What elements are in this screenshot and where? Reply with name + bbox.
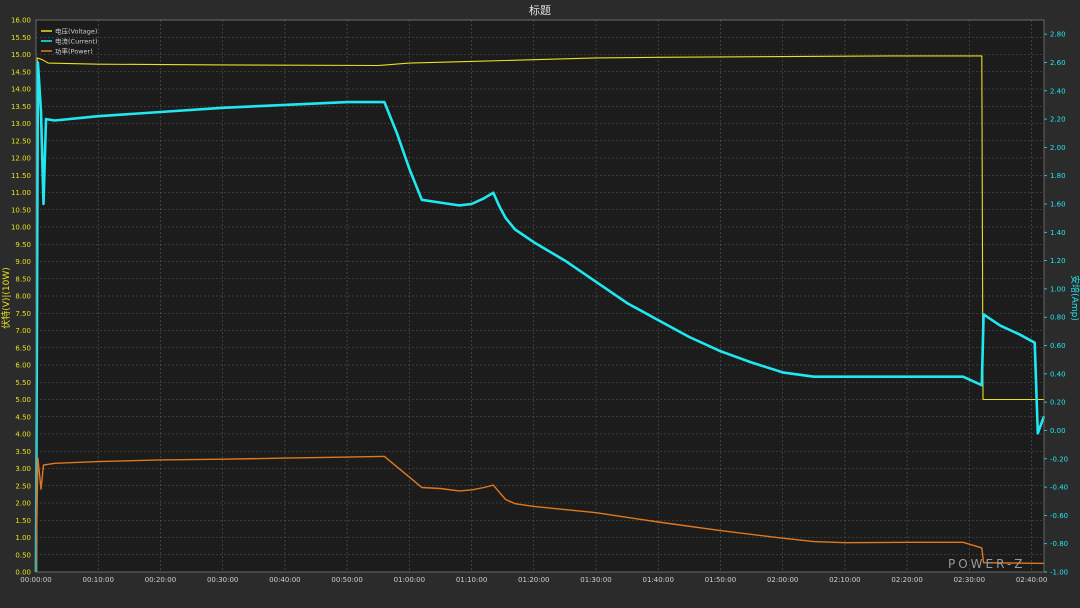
line-chart: 00:00:00 00:10:00 00:20:00 00:30:00 00:40:00… bbox=[0, 0, 1080, 608]
y-left-tick-label: 4.50 bbox=[15, 413, 31, 421]
y-right-tick-label: 0.40 bbox=[1050, 370, 1066, 378]
y-left-tick-label: 5.50 bbox=[15, 379, 31, 387]
watermark-logo: POWER-Z bbox=[948, 557, 1026, 571]
y-left-tick-label: 2.50 bbox=[15, 482, 31, 490]
x-tick-label: 00:40:00 bbox=[269, 576, 300, 584]
y-left-tick-label: 10.00 bbox=[11, 224, 31, 232]
x-tick-label: 01:50:00 bbox=[705, 576, 736, 584]
x-tick-label: 00:00:00 bbox=[20, 576, 51, 584]
y-left-tick-label: 11.00 bbox=[11, 189, 31, 197]
y-right-tick-label: 1.60 bbox=[1050, 201, 1066, 209]
y-left-tick-label: 9.00 bbox=[15, 258, 31, 266]
y-left-tick-label: 0.00 bbox=[15, 569, 31, 577]
x-tick-label: 01:10:00 bbox=[456, 576, 487, 584]
x-tick-label: 00:10:00 bbox=[82, 576, 113, 584]
y-left-tick-label: 13.00 bbox=[11, 120, 31, 128]
y-left-tick-label: 16.00 bbox=[11, 17, 31, 25]
y-left-tick-label: 2.00 bbox=[15, 500, 31, 508]
y-right-tick-label: 2.40 bbox=[1050, 87, 1066, 95]
y-right-tick-label: -0.80 bbox=[1050, 540, 1068, 548]
y-left-tick-label: 7.50 bbox=[15, 310, 31, 318]
y-left-tick-label: 3.00 bbox=[15, 465, 31, 473]
x-tick-label: 00:30:00 bbox=[207, 576, 238, 584]
y-left-tick-label: 11.50 bbox=[11, 172, 31, 180]
x-tick-label: 01:40:00 bbox=[642, 576, 673, 584]
y-right-tick-label: -0.60 bbox=[1050, 512, 1068, 520]
y-right-tick-label: 0.00 bbox=[1050, 427, 1066, 435]
legend-label: 电压(Voltage) bbox=[55, 27, 97, 36]
x-tick-label: 01:30:00 bbox=[580, 576, 611, 584]
y-left-tick-label: 0.50 bbox=[15, 551, 31, 559]
x-tick-label: 01:20:00 bbox=[518, 576, 549, 584]
x-tick-label: 00:50:00 bbox=[331, 576, 362, 584]
x-tick-label: 02:20:00 bbox=[891, 576, 922, 584]
y-left-tick-label: 1.00 bbox=[15, 534, 31, 542]
y-right-tick-label: -1.00 bbox=[1050, 569, 1068, 577]
legend-label: 功率(Power) bbox=[55, 47, 93, 56]
y-left-tick-label: 10.50 bbox=[11, 206, 31, 214]
y-right-tick-label: 2.00 bbox=[1050, 144, 1066, 152]
y-right-tick-label: -0.20 bbox=[1050, 455, 1068, 463]
y-left-tick-label: 8.50 bbox=[15, 275, 31, 283]
x-tick-label: 02:10:00 bbox=[829, 576, 860, 584]
legend: 电压(Voltage)电流(Current)功率(Power) bbox=[41, 27, 98, 56]
chart-root: 00:00:00 00:10:00 00:20:00 00:30:00 00:40:00… bbox=[0, 0, 1080, 608]
y-left-tick-label: 12.50 bbox=[11, 137, 31, 145]
x-tick-label: 02:40:00 bbox=[1016, 576, 1047, 584]
y-right-tick-label: 1.00 bbox=[1050, 285, 1066, 293]
y-axis-label-right: 安培(Amp) bbox=[1069, 275, 1080, 321]
y-right-tick-label: -0.40 bbox=[1050, 484, 1068, 492]
y-left-tick-label: 4.00 bbox=[15, 431, 31, 439]
y-left-tick-label: 13.50 bbox=[11, 103, 31, 111]
y-right-tick-label: 2.60 bbox=[1050, 59, 1066, 67]
y-right-tick-label: 1.20 bbox=[1050, 257, 1066, 265]
y-right-tick-label: 0.80 bbox=[1050, 314, 1066, 322]
x-tick-label: 00:20:00 bbox=[145, 576, 176, 584]
y-right-tick-label: 0.60 bbox=[1050, 342, 1066, 350]
y-axis-label-left: 伏特(V)|(10W) bbox=[0, 267, 12, 329]
x-tick-label: 02:30:00 bbox=[954, 576, 985, 584]
y-right-tick-label: 1.80 bbox=[1050, 172, 1066, 180]
y-left-tick-label: 12.00 bbox=[11, 155, 31, 163]
y-left-tick-label: 7.00 bbox=[15, 327, 31, 335]
y-left-tick-label: 3.50 bbox=[15, 448, 31, 456]
x-tick-label: 02:00:00 bbox=[767, 576, 798, 584]
y-right-tick-label: 0.20 bbox=[1050, 399, 1066, 407]
y-left-tick-label: 15.50 bbox=[11, 34, 31, 42]
chart-title: 标题 bbox=[529, 3, 551, 17]
x-tick-label: 01:00:00 bbox=[394, 576, 425, 584]
y-left-tick-label: 5.00 bbox=[15, 396, 31, 404]
y-left-tick-label: 6.00 bbox=[15, 362, 31, 370]
y-left-tick-label: 6.50 bbox=[15, 344, 31, 352]
y-left-tick-label: 1.50 bbox=[15, 517, 31, 525]
y-left-tick-label: 8.00 bbox=[15, 293, 31, 301]
y-left-tick-label: 15.00 bbox=[11, 51, 31, 59]
y-left-tick-label: 9.50 bbox=[15, 241, 31, 249]
y-left-tick-label: 14.50 bbox=[11, 68, 31, 76]
y-left-tick-label: 14.00 bbox=[11, 86, 31, 94]
y-right-tick-label: 1.40 bbox=[1050, 229, 1066, 237]
y-right-tick-label: 2.20 bbox=[1050, 116, 1066, 124]
y-right-tick-label: 2.80 bbox=[1050, 31, 1066, 39]
legend-label: 电流(Current) bbox=[55, 37, 98, 46]
